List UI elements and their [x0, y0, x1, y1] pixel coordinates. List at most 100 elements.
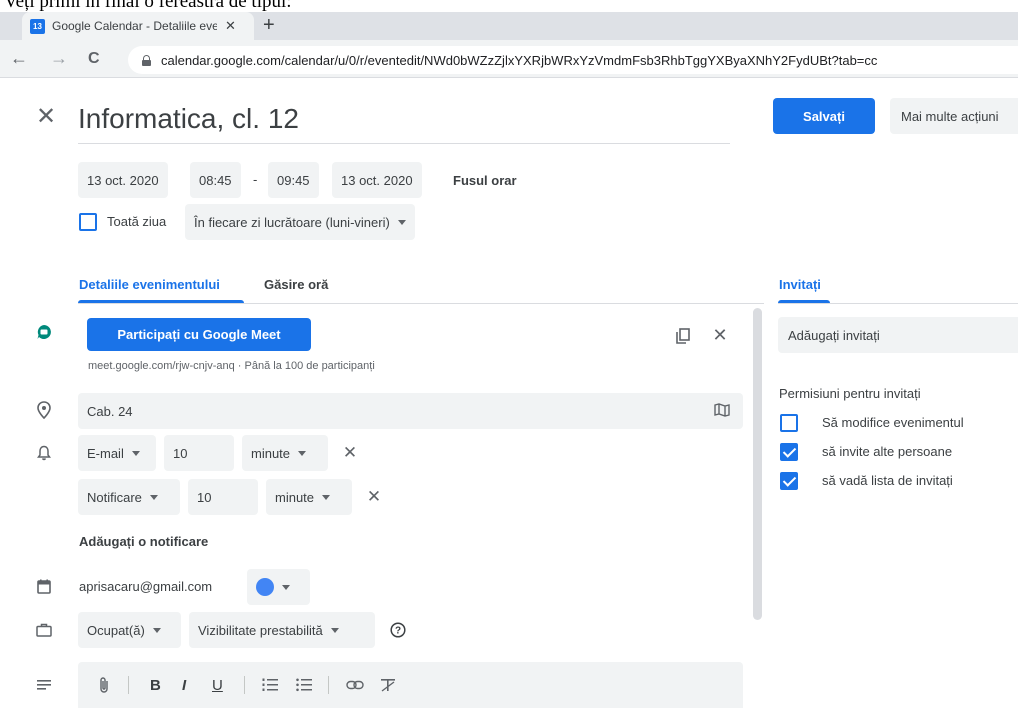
time-separator: - [253, 172, 258, 187]
reload-icon[interactable]: C [88, 50, 100, 68]
tab-event-details[interactable]: Detaliile evenimentului [79, 277, 220, 292]
notification-amount-2: 10 [197, 489, 212, 505]
browser-tabstrip: 13 Google Calendar - Detaliile evenim ✕ … [0, 12, 1018, 40]
notification-unit-select-1[interactable]: minute [242, 435, 328, 471]
browser-toolbar: ← → C calendar.google.com/calendar/u/0/r… [0, 40, 1018, 78]
calendar-color-swatch [256, 578, 274, 596]
back-arrow-icon[interactable]: ← [10, 48, 28, 69]
tab-title: Google Calendar - Detaliile evenim [52, 19, 217, 33]
lock-icon [142, 54, 151, 66]
availability-select[interactable]: Ocupat(ă) [78, 612, 181, 648]
briefcase-icon [35, 621, 53, 639]
clear-formatting-icon[interactable] [380, 662, 396, 708]
visibility-value: Vizibilitate prestabilită [198, 622, 323, 638]
remove-notification-2-close-icon[interactable]: ✕ [364, 487, 384, 507]
tab-close-icon[interactable]: ✕ [225, 18, 236, 34]
description-format-toolbar: B I U [78, 662, 743, 708]
location-value: Cab. 24 [87, 403, 133, 419]
notification-type-select-1[interactable]: E-mail [78, 435, 156, 471]
recurrence-select[interactable]: În fiecare zi lucrătoare (luni-vineri) [185, 204, 415, 240]
start-time-field[interactable]: 08:45 [190, 162, 241, 198]
location-field[interactable]: Cab. 24 [78, 393, 743, 429]
recurrence-value: În fiecare zi lucrătoare (luni-vineri) [194, 214, 390, 230]
event-title: Informatica, cl. 12 [78, 103, 299, 134]
guests-tab-divider [778, 303, 1018, 304]
meet-info: meet.google.com/rjw-cnjv-anq · Până la 1… [88, 360, 375, 372]
add-notification-link[interactable]: Adăugați o notificare [79, 534, 208, 549]
attachment-icon[interactable] [98, 662, 110, 708]
remove-meet-close-icon[interactable]: ✕ [710, 325, 730, 345]
bold-icon[interactable]: B [150, 662, 161, 708]
chevron-down-icon [322, 494, 331, 500]
notification-unit-select-2[interactable]: minute [266, 479, 352, 515]
visibility-select[interactable]: Vizibilitate prestabilită [189, 612, 375, 648]
all-day-label: Toată ziua [107, 214, 167, 229]
svg-text:?: ? [395, 626, 401, 637]
end-date-field[interactable]: 13 oct. 2020 [332, 162, 422, 198]
description-lines-icon [35, 677, 53, 693]
chevron-down-icon [330, 627, 339, 633]
chevron-down-icon [298, 450, 307, 456]
close-icon[interactable]: ✕ [36, 105, 56, 129]
calendar-favicon-icon: 13 [30, 18, 45, 34]
notification-amount-input-2[interactable]: 10 [188, 479, 258, 515]
help-icon[interactable]: ? [389, 621, 407, 639]
tabs-divider [78, 303, 764, 304]
notification-amount-input-1[interactable]: 10 [164, 435, 234, 471]
chevron-down-icon [397, 219, 406, 225]
timezone-link[interactable]: Fusul orar [453, 173, 517, 188]
toolbar-separator [328, 676, 329, 694]
url-text: calendar.google.com/calendar/u/0/r/event… [161, 52, 878, 68]
copy-icon[interactable] [674, 327, 692, 345]
toolbar-separator [244, 676, 245, 694]
all-day-checkbox[interactable] [79, 213, 97, 231]
link-icon[interactable] [346, 662, 364, 708]
notification-type-2: Notificare [87, 489, 142, 505]
add-guests-placeholder: Adăugați invitați [788, 327, 880, 343]
numbered-list-icon[interactable] [262, 662, 278, 708]
title-field[interactable]: Informatica, cl. 12 [78, 100, 730, 144]
start-date-field[interactable]: 13 oct. 2020 [78, 162, 168, 198]
permission-see-guest-list-label: să vadă lista de invitați [822, 473, 953, 488]
forward-arrow-icon[interactable]: → [50, 48, 68, 69]
availability-status: Ocupat(ă) [87, 622, 145, 638]
toolbar-separator [128, 676, 129, 694]
bell-icon [35, 444, 53, 462]
join-google-meet-button[interactable]: Participați cu Google Meet [87, 318, 311, 351]
calendar-color-select[interactable] [247, 569, 310, 605]
notification-unit-2: minute [275, 489, 315, 505]
location-pin-icon [35, 401, 53, 419]
calendar-icon [35, 577, 53, 595]
permission-invite-others-label: să invite alte persoane [822, 444, 953, 459]
bulleted-list-icon[interactable] [296, 662, 312, 708]
save-button[interactable]: Salvați [773, 98, 875, 134]
more-actions-button[interactable]: Mai multe acțiuni [890, 98, 1018, 134]
browser-tab[interactable]: 13 Google Calendar - Detaliile evenim ✕ [22, 12, 254, 40]
google-meet-icon [35, 323, 53, 341]
notification-unit-1: minute [251, 445, 291, 461]
remove-notification-1-close-icon[interactable]: ✕ [340, 443, 360, 463]
map-icon[interactable] [712, 401, 732, 419]
tab-find-time[interactable]: Găsire oră [264, 277, 328, 292]
address-bar[interactable]: calendar.google.com/calendar/u/0/r/event… [128, 46, 1018, 74]
italic-icon[interactable]: I [182, 662, 186, 708]
tab-guests[interactable]: Invitați [779, 277, 821, 292]
permission-modify-event-checkbox[interactable] [780, 414, 798, 432]
permission-modify-event-label: Să modifice evenimentul [822, 415, 964, 430]
permission-see-guest-list-checkbox[interactable] [780, 472, 798, 490]
notification-type-select-2[interactable]: Notificare [78, 479, 180, 515]
notification-type-1: E-mail [87, 445, 124, 461]
add-guests-input[interactable]: Adăugați invitați [778, 317, 1018, 353]
guest-permissions-title: Permisiuni pentru invitați [779, 386, 921, 401]
chevron-down-icon [131, 450, 140, 456]
chevron-down-icon [282, 584, 290, 590]
chevron-down-icon [149, 494, 158, 500]
underline-icon[interactable]: U [212, 662, 223, 708]
notification-amount-1: 10 [173, 445, 188, 461]
chevron-down-icon [152, 627, 161, 633]
permission-invite-others-checkbox[interactable] [780, 443, 798, 461]
new-tab-button[interactable]: + [263, 14, 275, 37]
details-scrollbar[interactable] [753, 308, 762, 620]
end-time-field[interactable]: 09:45 [268, 162, 319, 198]
calendar-owner-email: aprisacaru@gmail.com [79, 579, 213, 594]
